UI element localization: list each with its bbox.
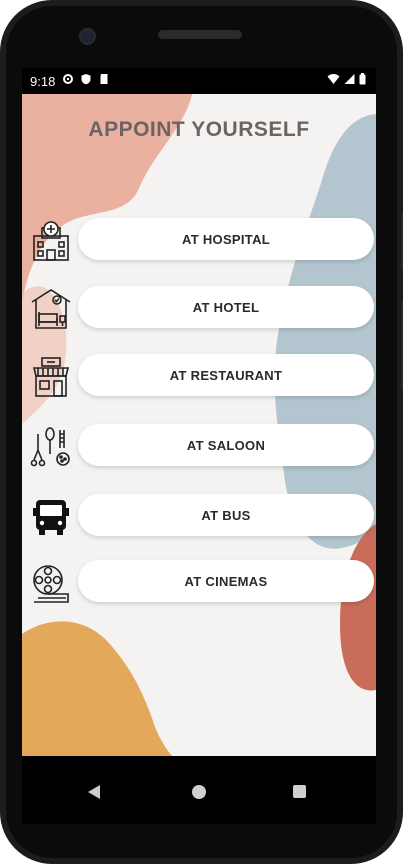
phone-frame: 9:18 APPOINT YOURSELF AT HOSPITAL AT HOT… — [0, 0, 403, 864]
home-icon[interactable] — [192, 785, 206, 799]
at-restaurant-button[interactable]: AT RESTAURANT — [78, 354, 374, 396]
page-title: APPOINT YOURSELF — [88, 118, 310, 141]
at-bus-button[interactable]: AT BUS — [78, 494, 374, 536]
hospital-icon — [33, 221, 69, 261]
battery-icon — [359, 73, 366, 85]
screen: 9:18 APPOINT YOURSELF AT HOSPITAL AT HOT… — [22, 68, 376, 824]
status-time: 9:18 — [30, 74, 56, 89]
at-hotel-button[interactable]: AT HOTEL — [78, 286, 374, 328]
earpiece-speaker — [158, 30, 242, 39]
saloon-icon — [30, 427, 70, 467]
list-item: AT CINEMAS — [22, 560, 376, 604]
at-cinemas-button[interactable]: AT CINEMAS — [78, 560, 374, 602]
at-hospital-button[interactable]: AT HOSPITAL — [78, 218, 374, 260]
bus-icon — [33, 500, 69, 535]
wifi-icon — [327, 74, 340, 84]
shield-icon — [81, 74, 91, 85]
restaurant-icon — [32, 357, 70, 397]
hotel-icon — [31, 289, 71, 329]
at-saloon-button[interactable]: AT SALOON — [78, 424, 374, 466]
list-item: AT BUS — [22, 494, 376, 538]
list-item: AT HOSPITAL — [22, 218, 376, 262]
status-bar: 9:18 — [22, 68, 376, 94]
settings-icon — [63, 74, 73, 84]
front-camera — [79, 28, 96, 45]
back-icon[interactable] — [88, 785, 100, 799]
list-item: AT SALOON — [22, 424, 376, 468]
app-content: APPOINT YOURSELF AT HOSPITAL AT HOTEL AT… — [22, 94, 376, 756]
cinema-icon — [33, 565, 69, 603]
recent-apps-icon[interactable] — [293, 785, 306, 798]
sd-card-icon — [100, 74, 108, 84]
list-item: AT RESTAURANT — [22, 354, 376, 398]
cell-signal-icon — [344, 74, 355, 84]
list-item: AT HOTEL — [22, 286, 376, 330]
navigation-bar — [22, 756, 376, 824]
